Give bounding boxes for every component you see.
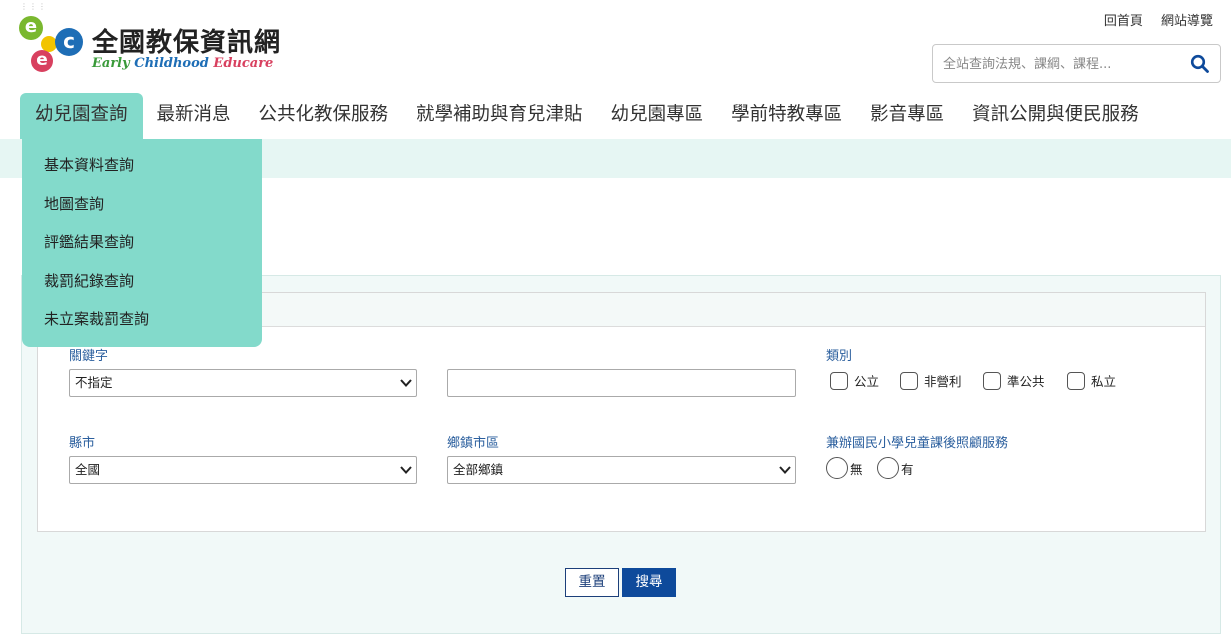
logo-letter-e-red: e [31,50,53,72]
keyword-select[interactable]: 不指定 [69,369,417,397]
nav-item-news[interactable]: 最新消息 [143,93,245,137]
site-title: 全國教保資訊網 [92,28,282,58]
site-logo[interactable]: e c e 全國教保資訊網 Early Childhood Educare [19,16,289,76]
keyword-label: 關鍵字 [69,349,109,364]
nav-item-kindergarten-search[interactable]: 幼兒園查詢 [20,93,143,139]
subtitle-word-early: Early [92,56,130,71]
nav-item-public-services[interactable]: 公共化教保服務 [245,93,403,137]
search-input[interactable] [943,53,1178,75]
category-public-label: 公立 [854,374,880,389]
site-subtitle: Early Childhood Educare [92,56,273,71]
sitemap-link[interactable]: 網站導覽 [1161,14,1213,29]
keyword-input[interactable] [447,369,796,397]
chevron-down-icon [400,379,412,387]
nav-item-subsidies[interactable]: 就學補助與育兒津貼 [402,93,597,137]
top-links: 回首頁 網站導覽 [1090,10,1213,29]
checkbox-box [983,371,1001,390]
category-private-checkbox[interactable]: 私立 [1067,371,1116,390]
dropdown-item-unregistered-penalty[interactable]: 未立案裁罰查詢 [22,300,262,339]
logo-letter-e-green: e [19,16,43,40]
search-icon[interactable] [1190,54,1210,74]
radio-circle [877,457,899,479]
category-quasi-public-label: 準公共 [1007,374,1045,389]
city-select[interactable]: 全國 [69,456,417,484]
main-nav: 幼兒園查詢 最新消息 公共化教保服務 就學補助與育兒津貼 幼兒園專區 學前特教專… [20,93,1153,139]
logo-letter-c-blue: c [55,28,83,56]
home-link[interactable]: 回首頁 [1104,14,1143,29]
search-button[interactable]: 搜尋 [622,568,676,597]
district-select-value: 全部鄉鎮 [453,462,504,477]
radio-circle [826,457,848,479]
district-label: 鄉鎮市區 [447,436,500,451]
category-quasi-public-checkbox[interactable]: 準公共 [983,371,1045,390]
after-school-no-label: 無 [850,461,863,477]
nav-item-kindergarten-zone[interactable]: 幼兒園專區 [597,93,718,137]
chevron-down-icon [779,466,791,474]
after-school-yes-radio[interactable]: 有 [877,457,914,479]
subtitle-word-childhood: Childhood [134,56,209,71]
site-search [932,44,1221,83]
dropdown-item-evaluation[interactable]: 評鑑結果查詢 [22,223,262,262]
after-school-yes-label: 有 [901,461,914,477]
category-nonprofit-label: 非營利 [924,374,962,389]
nav-item-special-education[interactable]: 學前特教專區 [717,93,856,137]
checkbox-box [830,371,848,390]
category-nonprofit-checkbox[interactable]: 非營利 [900,371,962,390]
checkbox-box [900,371,918,390]
subtitle-word-educare: Educare [213,56,274,71]
dropdown-item-basic-info[interactable]: 基本資料查詢 [22,146,262,185]
nav-item-media[interactable]: 影音專區 [856,93,958,137]
category-public-checkbox[interactable]: 公立 [830,371,879,390]
after-school-label: 兼辦國民小學兒童課後照顧服務 [826,436,1009,451]
reset-button[interactable]: 重置 [565,568,619,597]
category-private-label: 私立 [1091,374,1117,389]
after-school-no-radio[interactable]: 無 [826,457,863,479]
category-label: 類別 [826,349,853,364]
dropdown-item-map[interactable]: 地圖查詢 [22,185,262,224]
drag-dots: ⋮⋮⋮ [20,2,47,11]
chevron-down-icon [400,466,412,474]
nav-item-public-info[interactable]: 資訊公開與便民服務 [958,93,1153,137]
kindergarten-search-dropdown: 基本資料查詢 地圖查詢 評鑑結果查詢 裁罰紀錄查詢 未立案裁罰查詢 [22,139,262,347]
keyword-select-value: 不指定 [75,375,113,390]
district-select[interactable]: 全部鄉鎮 [447,456,796,484]
dropdown-item-penalty-records[interactable]: 裁罰紀錄查詢 [22,262,262,301]
checkbox-box [1067,371,1085,390]
city-select-value: 全國 [75,462,101,477]
city-label: 縣市 [69,436,96,451]
